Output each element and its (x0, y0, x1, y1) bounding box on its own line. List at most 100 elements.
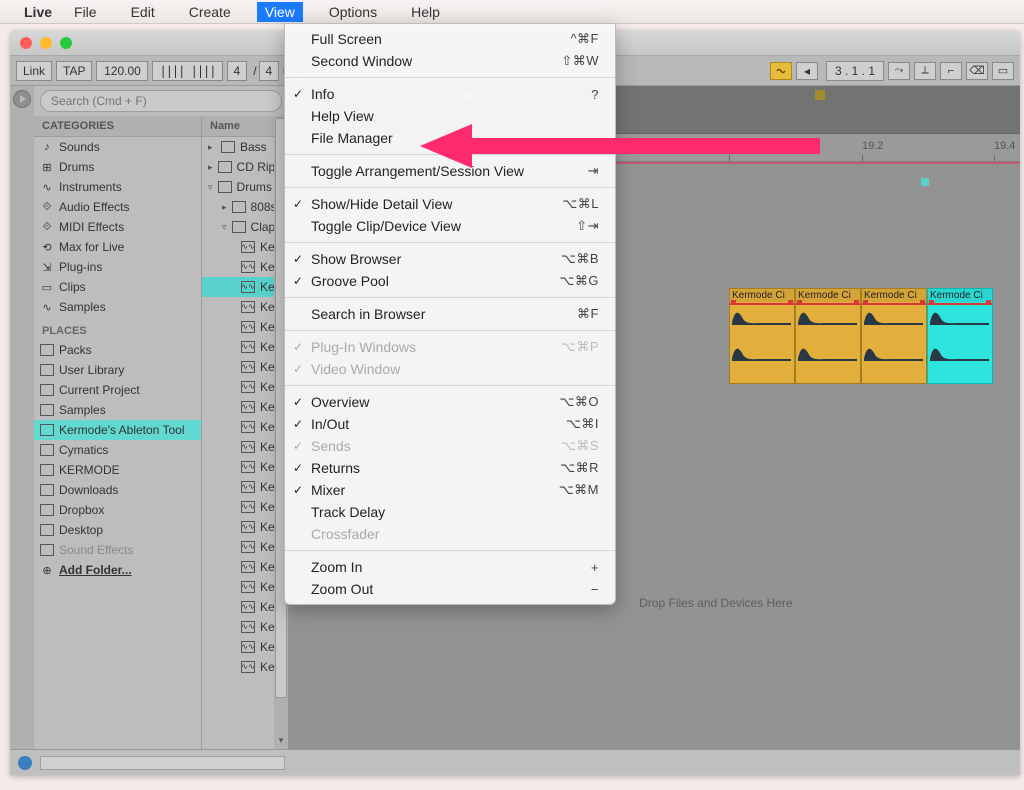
folder-item[interactable]: ▸Bass (202, 137, 274, 157)
disclosure-icon[interactable]: ▿ (222, 222, 227, 233)
disclosure-icon[interactable]: ▿ (208, 182, 213, 193)
place-kermode-s-ableton-tool[interactable]: Kermode's Ableton Tool (34, 420, 201, 440)
automation-button[interactable]: ⟂ (914, 62, 936, 80)
pencil-button[interactable]: ⌫ (966, 62, 988, 80)
category-max-for-live[interactable]: ⟲Max for Live (34, 237, 201, 257)
audio-file-item[interactable]: Kern (202, 437, 274, 457)
loop-button[interactable]: ▭ (992, 62, 1014, 80)
time-sig-num[interactable]: 4 (227, 61, 248, 81)
time-sig-den[interactable]: 4 (259, 61, 280, 81)
category-sounds[interactable]: ♪Sounds (34, 137, 201, 157)
audio-file-item[interactable]: Kern (202, 297, 274, 317)
audio-file-item[interactable]: Kern (202, 537, 274, 557)
menu-item-help-view[interactable]: Help View (285, 105, 615, 127)
place-dropbox[interactable]: Dropbox (34, 500, 201, 520)
menu-file[interactable]: File (66, 2, 105, 22)
search-input[interactable] (40, 90, 282, 112)
follow-button[interactable]: ⤳ (888, 62, 910, 80)
place-sound-effects[interactable]: Sound Effects (34, 540, 201, 560)
maximize-button[interactable] (60, 37, 72, 49)
audio-clip[interactable]: Kermode Ci (729, 288, 795, 384)
audio-file-item[interactable]: Kern (202, 317, 274, 337)
audio-file-item[interactable]: Kern (202, 457, 274, 477)
audio-file-item[interactable]: Kern (202, 357, 274, 377)
category-instruments[interactable]: ∿Instruments (34, 177, 201, 197)
link-button[interactable]: Link (16, 61, 52, 81)
midi-map-button[interactable]: ◂ (796, 62, 818, 80)
audio-file-item[interactable]: Kermode Clap - 20.wav (202, 617, 274, 637)
menu-item-track-delay[interactable]: Track Delay (285, 501, 615, 523)
audio-file-item[interactable]: Kermode Clap - 19.wav (202, 597, 274, 617)
audio-file-item[interactable]: Kern (202, 417, 274, 437)
menu-item-full-screen[interactable]: Full Screen^⌘F (285, 28, 615, 50)
bpm-field[interactable]: 120.00 (96, 61, 148, 81)
preview-play-button[interactable] (13, 90, 31, 108)
folder-item[interactable]: ▿Drums (202, 177, 274, 197)
audio-clip[interactable]: Kermode Ci (795, 288, 861, 384)
bpm-nudge[interactable]: |||| |||| (152, 61, 222, 81)
menu-item-returns[interactable]: ✓Returns⌥⌘R (285, 457, 615, 479)
audio-file-item[interactable]: Kern (202, 477, 274, 497)
place-kermode[interactable]: KERMODE (34, 460, 201, 480)
audio-file-item[interactable]: Kern (202, 277, 274, 297)
audio-file-item[interactable]: Kern (202, 397, 274, 417)
arrangement-position[interactable]: 3 . 1 . 1 (826, 61, 884, 81)
audio-file-item[interactable]: Kermode Clap - 21.wav (202, 637, 274, 657)
menu-edit[interactable]: Edit (123, 2, 163, 22)
audio-file-item[interactable]: Kern (202, 237, 274, 257)
disclosure-icon[interactable]: ▸ (208, 142, 216, 153)
audio-file-item[interactable]: Kermode Clap - 18.wav (202, 577, 274, 597)
menu-item-info[interactable]: ✓Info? (285, 83, 615, 105)
status-indicator-icon[interactable] (18, 756, 32, 770)
menu-item-show-browser[interactable]: ✓Show Browser⌥⌘B (285, 248, 615, 270)
place-user-library[interactable]: User Library (34, 360, 201, 380)
category-midi-effects[interactable]: ⟐MIDI Effects (34, 217, 201, 237)
place-packs[interactable]: Packs (34, 340, 201, 360)
cue-marker-icon[interactable] (921, 178, 929, 186)
folder-item[interactable]: ▸808s (202, 197, 274, 217)
folder-item[interactable]: ▸CD Rips (202, 157, 274, 177)
menu-view[interactable]: View (257, 2, 303, 22)
menu-item-file-manager[interactable]: File Manager (285, 127, 615, 149)
place-cymatics[interactable]: Cymatics (34, 440, 201, 460)
menu-item-second-window[interactable]: Second Window⇧⌘W (285, 50, 615, 72)
category-drums[interactable]: ⊞Drums (34, 157, 201, 177)
menu-item-groove-pool[interactable]: ✓Groove Pool⌥⌘G (285, 270, 615, 292)
menu-item-search-in-browser[interactable]: Search in Browser⌘F (285, 303, 615, 325)
place-downloads[interactable]: Downloads (34, 480, 201, 500)
audio-clip[interactable]: Kermode Ci (861, 288, 927, 384)
preview-progress[interactable] (40, 756, 285, 770)
menu-create[interactable]: Create (181, 2, 239, 22)
category-audio-effects[interactable]: ⟐Audio Effects (34, 197, 201, 217)
minimize-button[interactable] (40, 37, 52, 49)
draw-button[interactable]: ⌐ (940, 62, 962, 80)
place-samples[interactable]: Samples (34, 400, 201, 420)
disclosure-icon[interactable]: ▸ (222, 202, 227, 213)
audio-file-item[interactable]: Kern (202, 497, 274, 517)
menu-item-in-out[interactable]: ✓In/Out⌥⌘I (285, 413, 615, 435)
add-folder[interactable]: ⊕Add Folder... (34, 560, 201, 580)
audio-clip[interactable]: Kermode Ci (927, 288, 993, 384)
audio-file-item[interactable]: Kern (202, 557, 274, 577)
menu-item-overview[interactable]: ✓Overview⌥⌘O (285, 391, 615, 413)
app-name[interactable]: Live (24, 4, 52, 20)
close-button[interactable] (20, 37, 32, 49)
category-samples[interactable]: ∿Samples (34, 297, 201, 317)
key-map-button[interactable] (770, 62, 792, 80)
scroll-down-icon[interactable]: ▾ (275, 735, 287, 747)
menu-item-show-hide-detail-view[interactable]: ✓Show/Hide Detail View⌥⌘L (285, 193, 615, 215)
audio-file-item[interactable]: Kern (202, 337, 274, 357)
disclosure-icon[interactable]: ▸ (208, 162, 213, 173)
category-plug-ins[interactable]: ⇲Plug-ins (34, 257, 201, 277)
menu-help[interactable]: Help (403, 2, 448, 22)
menu-item-toggle-clip-device-view[interactable]: Toggle Clip/Device View⇧⇥ (285, 215, 615, 237)
audio-file-item[interactable]: Kern (202, 377, 274, 397)
folder-item[interactable]: ▿Clap (202, 217, 274, 237)
audio-file-item[interactable]: Kermode Clap - 22.wav (202, 657, 274, 677)
menu-item-zoom-out[interactable]: Zoom Out− (285, 578, 615, 600)
category-clips[interactable]: ▭Clips (34, 277, 201, 297)
menu-item-zoom-in[interactable]: Zoom In+ (285, 556, 615, 578)
place-desktop[interactable]: Desktop (34, 520, 201, 540)
place-current-project[interactable]: Current Project (34, 380, 201, 400)
audio-file-item[interactable]: Kern (202, 257, 274, 277)
